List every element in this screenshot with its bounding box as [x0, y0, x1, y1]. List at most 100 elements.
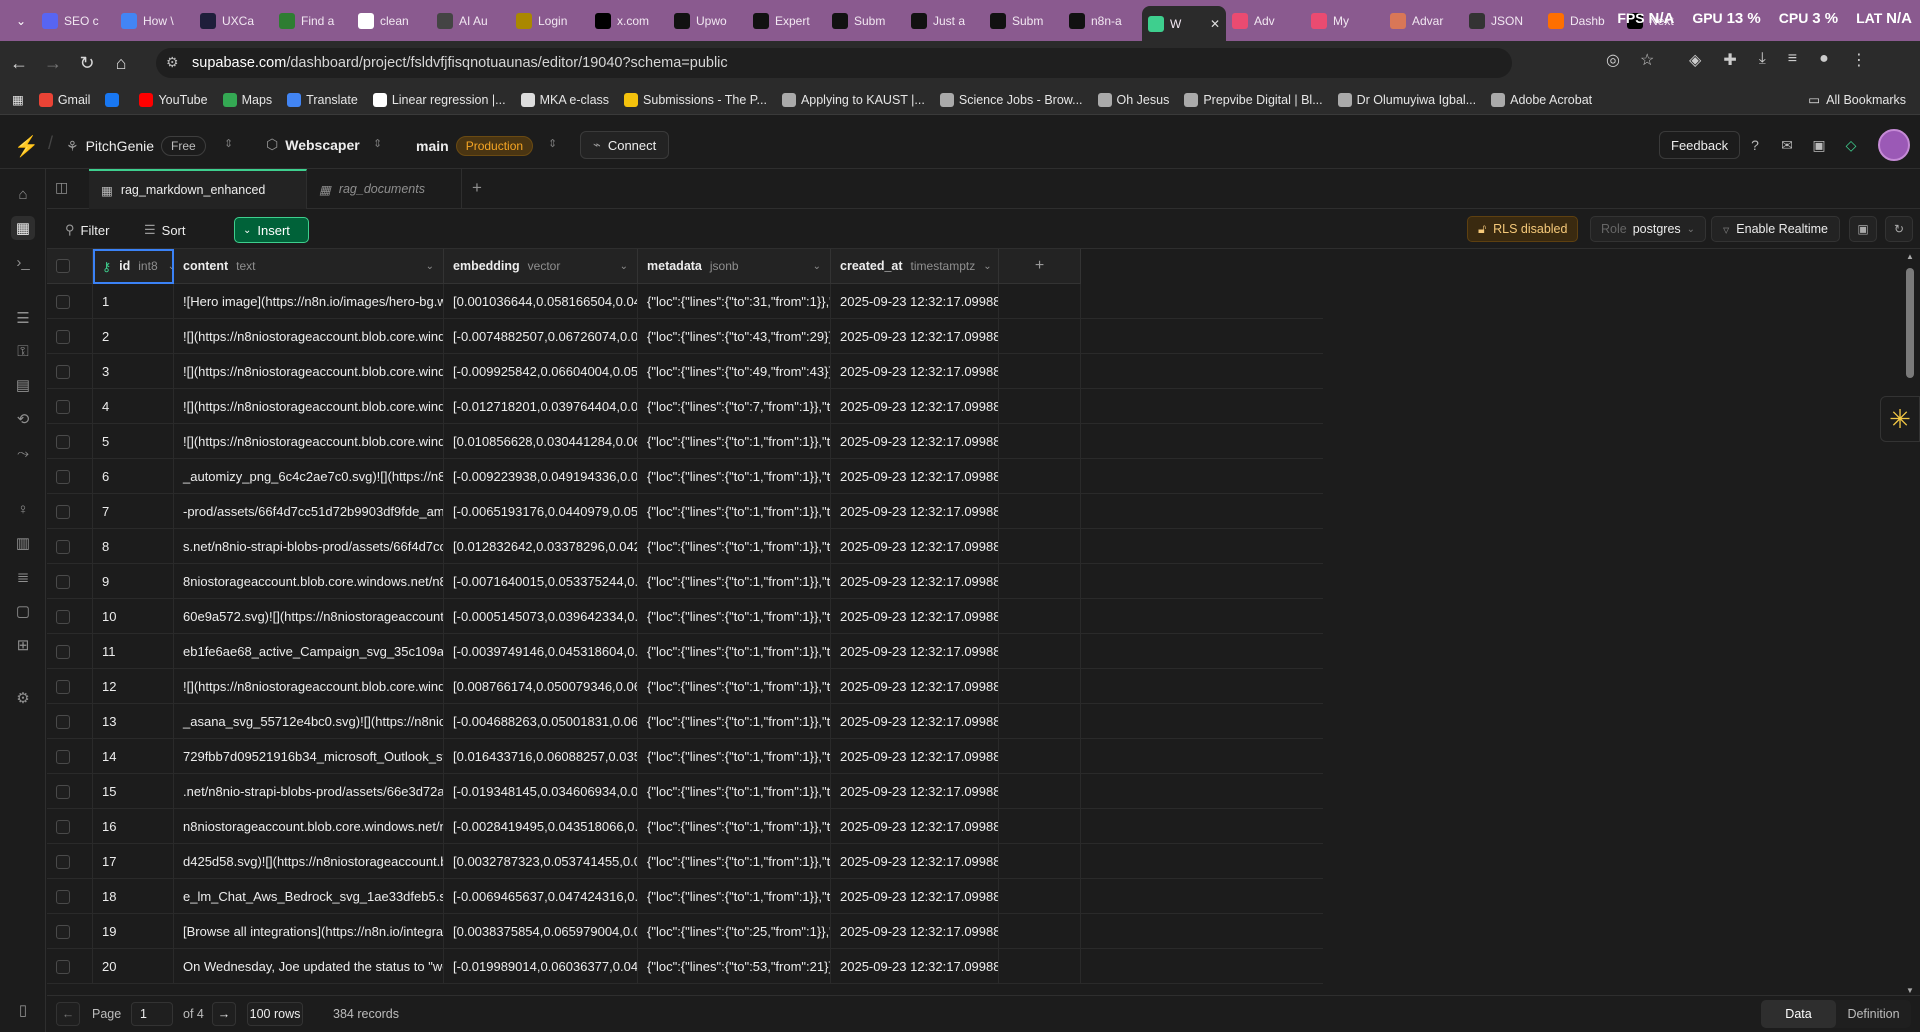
definition-view-button[interactable]: Definition	[1836, 1000, 1911, 1028]
cell-content[interactable]: ![](https://n8niostorageaccount.blob.cor…	[174, 669, 444, 704]
cell-id[interactable]: 7	[93, 494, 174, 529]
auth-icon[interactable]: ⚿	[11, 339, 35, 363]
avatar[interactable]	[1878, 129, 1910, 161]
apps-icon[interactable]: ▦	[12, 92, 24, 107]
row-checkbox[interactable]	[56, 539, 70, 554]
extensions-icon[interactable]: ✚	[1723, 50, 1736, 70]
row-checkbox[interactable]	[56, 819, 70, 834]
feedback-button[interactable]: Feedback	[1659, 131, 1741, 159]
eye-off-icon[interactable]: ◎	[1606, 50, 1620, 70]
browser-tab[interactable]: Expert	[747, 6, 826, 36]
row-checkbox[interactable]	[56, 854, 70, 869]
row-checkbox[interactable]	[56, 469, 70, 484]
cell-metadata[interactable]: {"loc":{"lines":{"to":43,"from":29}},"ti…	[638, 319, 831, 354]
cell-id[interactable]: 1	[93, 284, 174, 319]
rows-per-page-select[interactable]: 100 rows	[247, 1002, 303, 1026]
cell-metadata[interactable]: {"loc":{"lines":{"to":7,"from":1}},"titl…	[638, 389, 831, 424]
cell-embedding[interactable]: [-0.019348145,0.034606934,0.0512084	[444, 774, 638, 809]
cell-embedding[interactable]: [-0.0074882507,0.06726074,0.0585021	[444, 319, 638, 354]
cell-metadata[interactable]: {"loc":{"lines":{"to":1,"from":1}},"titl…	[638, 599, 831, 634]
select-all-checkbox[interactable]	[56, 259, 70, 273]
cell-id[interactable]: 5	[93, 424, 174, 459]
connect-button[interactable]: ⌁ Connect	[580, 131, 670, 159]
cell-created_at[interactable]: 2025-09-23 12:32:17.099881+00	[831, 284, 999, 319]
org-selector[interactable]: ⚘ PitchGenie Free	[66, 136, 206, 156]
row-checkbox[interactable]	[56, 364, 70, 379]
cell-created_at[interactable]: 2025-09-23 12:32:17.099881+00	[831, 424, 999, 459]
row-select-cell[interactable]	[47, 599, 93, 634]
cell-content[interactable]: 729fbb7d09521916b34_microsoft_Outlook_sv…	[174, 739, 444, 774]
cell-embedding[interactable]: [-0.0039749146,0.045318604,0.047363	[444, 634, 638, 669]
filter-button[interactable]: ⚲ Filter	[57, 217, 117, 243]
browser-tab[interactable]: x.com	[589, 6, 668, 36]
home-icon[interactable]: ⌂	[106, 48, 136, 78]
browser-tab[interactable]: Dashb	[1542, 6, 1621, 36]
browser-tab[interactable]: SEO c	[36, 6, 115, 36]
browser-tab[interactable]: JSON	[1463, 6, 1542, 36]
chevron-down-icon[interactable]: ⌄	[813, 261, 821, 272]
cell-created_at[interactable]: 2025-09-23 12:32:17.099881+00	[831, 599, 999, 634]
cell-embedding[interactable]: [0.010856628,0.030441284,0.0632324	[444, 424, 638, 459]
cell-metadata[interactable]: {"loc":{"lines":{"to":1,"from":1}},"titl…	[638, 494, 831, 529]
bookmark-item[interactable]: Applying to KAUST |...	[781, 92, 925, 107]
browser-tab[interactable]: Upwo	[668, 6, 747, 36]
cell-embedding[interactable]: [0.0032787323,0.053741455,0.0354003	[444, 844, 638, 879]
row-select-cell[interactable]	[47, 529, 93, 564]
cell-content[interactable]: d425d58.svg)![](https://n8niostorageacco…	[174, 844, 444, 879]
row-checkbox[interactable]	[56, 644, 70, 659]
cell-id[interactable]: 16	[93, 809, 174, 844]
cell-metadata[interactable]: {"loc":{"lines":{"to":1,"from":1}},"titl…	[638, 634, 831, 669]
row-checkbox[interactable]	[56, 714, 70, 729]
cell-created_at[interactable]: 2025-09-23 12:32:17.099881+00	[831, 354, 999, 389]
cell-id[interactable]: 13	[93, 704, 174, 739]
cell-created_at[interactable]: 2025-09-23 12:32:17.099881+00	[831, 564, 999, 599]
cell-metadata[interactable]: {"loc":{"lines":{"to":1,"from":1}},"titl…	[638, 669, 831, 704]
enable-realtime-button[interactable]: ▿ Enable Realtime	[1711, 216, 1840, 242]
browser-tab[interactable]: n8n-a	[1063, 6, 1142, 36]
cell-content[interactable]: ![](https://n8niostorageaccount.blob.cor…	[174, 389, 444, 424]
back-icon[interactable]: ←	[4, 48, 34, 78]
site-info-icon[interactable]: ⚙	[166, 54, 179, 71]
scroll-down-icon[interactable]: ▼	[1906, 986, 1914, 995]
browser-tab[interactable]: Subm	[826, 6, 905, 36]
row-select-cell[interactable]	[47, 389, 93, 424]
cell-embedding[interactable]: [-0.0028419495,0.043518066,0.061340	[444, 809, 638, 844]
bookmark-item[interactable]: Linear regression |...	[372, 92, 506, 107]
cell-metadata[interactable]: {"loc":{"lines":{"to":25,"from":1}},"tit…	[638, 914, 831, 949]
cell-created_at[interactable]: 2025-09-23 12:32:17.099881+00	[831, 809, 999, 844]
tab-search-icon[interactable]: ⌄	[6, 6, 36, 36]
project-selector[interactable]: ⬡ Webscaper	[266, 136, 360, 153]
bookmark-item[interactable]: Science Jobs - Brow...	[939, 92, 1083, 107]
home-nav-icon[interactable]: ⌂	[11, 182, 35, 206]
row-checkbox[interactable]	[56, 434, 70, 449]
api-docs-icon[interactable]: ▢	[11, 599, 35, 623]
docs-icon[interactable]: ▣	[1849, 216, 1877, 242]
data-view-button[interactable]: Data	[1761, 1000, 1836, 1028]
chevron-down-icon[interactable]: ⌄	[620, 261, 628, 272]
media-icon[interactable]: ≡	[1788, 50, 1797, 70]
browser-tab[interactable]: UXCa	[194, 6, 273, 36]
logs-icon[interactable]: ≣	[11, 565, 35, 589]
profile-icon[interactable]: ●	[1819, 50, 1829, 70]
cell-metadata[interactable]: {"loc":{"lines":{"to":1,"from":1}},"titl…	[638, 459, 831, 494]
cell-embedding[interactable]: [-0.0005145073,0.039642334,0.048400	[444, 599, 638, 634]
browser-tab[interactable]: Just a	[905, 6, 984, 36]
row-checkbox[interactable]	[56, 679, 70, 694]
row-select-cell[interactable]	[47, 284, 93, 319]
cell-content[interactable]: [Browse all integrations](https://n8n.io…	[174, 914, 444, 949]
collapse-sidebar-icon[interactable]: ▯	[11, 998, 35, 1022]
cell-content[interactable]: ![](https://n8niostorageaccount.blob.cor…	[174, 354, 444, 389]
cell-metadata[interactable]: {"loc":{"lines":{"to":49,"from":43}},"ti…	[638, 354, 831, 389]
realtime-icon[interactable]: ⤳	[11, 441, 35, 465]
cell-embedding[interactable]: [-0.004688263,0.05001831,0.0603027	[444, 704, 638, 739]
cell-content[interactable]: .net/n8nio-strapi-blobs-prod/assets/66e3…	[174, 774, 444, 809]
branch-selector[interactable]: main Production	[416, 136, 534, 156]
row-checkbox[interactable]	[56, 959, 70, 974]
supabase-logo[interactable]: ⚡	[14, 134, 39, 159]
table-editor-icon[interactable]: ▦	[11, 216, 35, 240]
cell-created_at[interactable]: 2025-09-23 12:32:17.099881+00	[831, 319, 999, 354]
row-select-cell[interactable]	[47, 774, 93, 809]
cell-metadata[interactable]: {"loc":{"lines":{"to":1,"from":1}},"titl…	[638, 739, 831, 774]
cell-created_at[interactable]: 2025-09-23 12:32:17.099881+00	[831, 669, 999, 704]
cell-embedding[interactable]: [-0.0069465637,0.047424316,0.0270843	[444, 879, 638, 914]
